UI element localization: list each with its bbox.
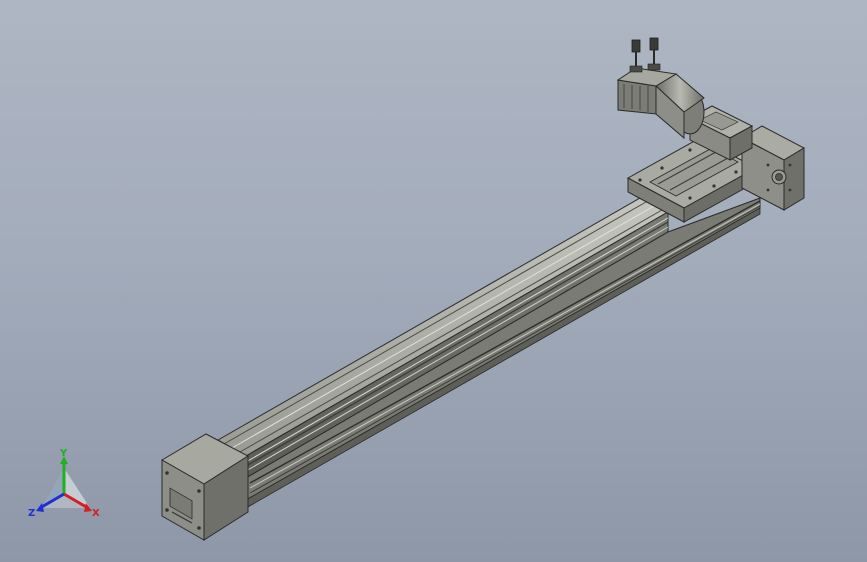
z-axis-label: Z — [28, 508, 35, 519]
y-axis-label: Y — [59, 448, 68, 459]
orientation-triad: Y X Z — [28, 448, 100, 519]
servo-motor — [616, 37, 705, 140]
x-axis-label: X — [92, 508, 100, 519]
end-cap-left — [161, 433, 249, 541]
linear-actuator-model[interactable] — [0, 0, 867, 562]
graphics-viewport[interactable]: Y X Z — [0, 0, 867, 562]
